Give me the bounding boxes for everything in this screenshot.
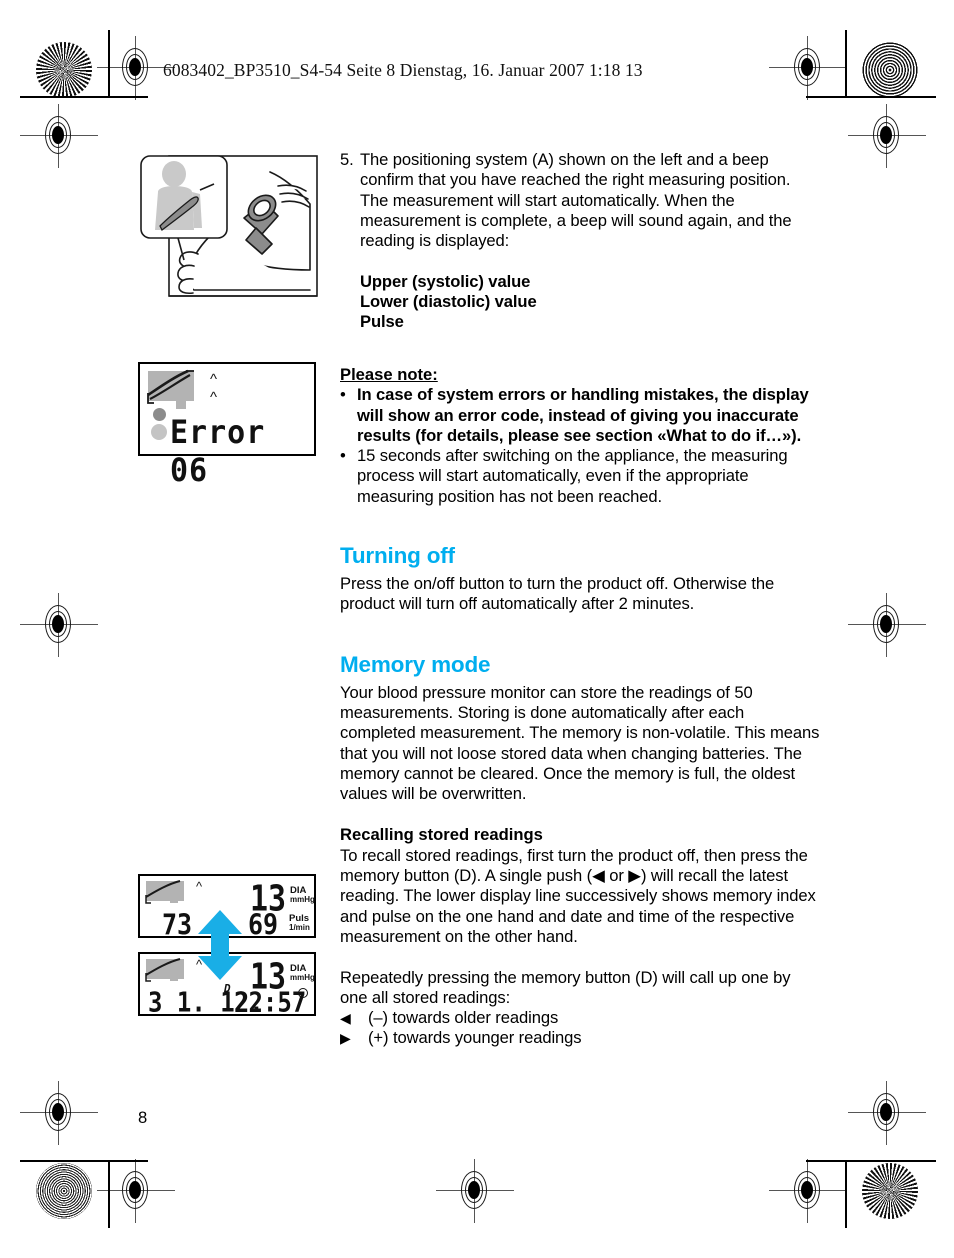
- lcd-memory-top-left-value: 73: [162, 908, 193, 942]
- registration-mark-left-middle: [20, 593, 98, 657]
- recalling-body: To recall stored readings, first turn th…: [340, 845, 816, 946]
- trim-line-top-left-horizontal: [20, 96, 148, 98]
- trim-line-left-vertical-bottom: [108, 1160, 110, 1228]
- memory-mode-body: Your blood pressure monitor can store th…: [340, 682, 820, 804]
- please-note-item-1: • In case of system errors or handling m…: [340, 385, 820, 446]
- lcd-dot-upper-icon: [153, 408, 166, 421]
- lcd-memory-bottom-clock-icon: [298, 988, 308, 998]
- lcd-memory-top-arm-icon: [144, 879, 196, 910]
- lcd-memory-bottom-unit-mmhg: mmHg: [290, 973, 315, 982]
- trim-line-right-vertical-bottom: [845, 1160, 847, 1228]
- registration-mark-top-left: [97, 36, 175, 100]
- memory-direction-younger-text: (+) towards younger readings: [368, 1028, 582, 1048]
- please-note-item-1-text: In case of system errors or handling mis…: [357, 385, 809, 445]
- print-target-moire-topright: [862, 42, 918, 98]
- memory-direction-item-younger: ▶ (+) towards younger readings: [340, 1028, 820, 1048]
- please-note-heading: Please note:: [340, 364, 438, 384]
- trim-line-bottom-left-horizontal: [20, 1160, 148, 1162]
- trim-line-right-vertical: [845, 30, 847, 98]
- registration-mark-right-lower: [848, 1081, 926, 1145]
- memory-direction-older-text: (–) towards older readings: [368, 1008, 559, 1028]
- arrow-left-icon: ◀: [340, 1010, 351, 1027]
- step-5-text: The positioning system (A) shown on the …: [360, 150, 792, 251]
- lcd-memory-top-pulse-value: 69: [248, 908, 279, 942]
- arrow-right-icon: ▶: [340, 1030, 351, 1047]
- bullet-icon: •: [340, 385, 346, 405]
- registration-mark-right-middle: [848, 593, 926, 657]
- turning-off-body: Press the on/off button to turn the prod…: [340, 574, 775, 614]
- memory-toggle-arrow-icon: [198, 910, 242, 985]
- lcd-memory-bottom-time-value: 22:57: [234, 986, 307, 1019]
- repeatedly-body: Repeatedly pressing the memory button (D…: [340, 967, 791, 1007]
- figure-memory-displays: ^ 13 DIA mmHg 73 69 Puls 1/min ^ 13 DIA …: [138, 874, 328, 1019]
- heading-turning-off: Turning off: [340, 543, 455, 569]
- print-target-star-bottomright: [862, 1163, 918, 1219]
- lcd-chevron-upper-icon: ^: [210, 371, 218, 388]
- spacer-2b: [340, 353, 820, 365]
- heading-recalling: Recalling stored readings: [340, 825, 543, 845]
- registration-mark-bottom-center: [436, 1159, 514, 1223]
- illustrations-column: ^ ^ Error 06 ^ 13 DIA mmHg 73 69 Puls 1/…: [138, 150, 328, 1019]
- reading-labels-group: Upper (systolic) value Lower (diastolic)…: [360, 272, 820, 333]
- lcd-memory-top-chevron-icon: ^: [196, 879, 203, 894]
- page-number: 8: [138, 1108, 148, 1127]
- bullet-icon: •: [340, 446, 346, 466]
- please-note-list: • In case of system errors or handling m…: [340, 385, 820, 507]
- step-5-item: 5. The positioning system (A) shown on t…: [340, 150, 820, 251]
- memory-direction-list: ◀ (–) towards older readings ▶ (+) towar…: [340, 1008, 820, 1049]
- reading-label-pulse: Pulse: [360, 312, 404, 332]
- trim-line-bottom-right-horizontal: [806, 1160, 936, 1162]
- trim-line-top-right-horizontal: [806, 96, 936, 98]
- registration-mark-bottom-right: [769, 1159, 847, 1223]
- registration-mark-left-lower: [20, 1081, 98, 1145]
- lcd-error-display: ^ ^ Error 06: [138, 362, 316, 490]
- memory-direction-item-older: ◀ (–) towards older readings: [340, 1008, 820, 1028]
- registration-mark-top-right: [769, 36, 847, 100]
- lcd-memory-bottom-arm-icon: [144, 957, 196, 988]
- main-text-column: 5. The positioning system (A) shown on t…: [340, 150, 820, 1049]
- reading-label-systolic: Upper (systolic) value: [360, 271, 531, 291]
- lcd-chevron-lower-icon: ^: [210, 389, 218, 406]
- print-target-star-topleft: [36, 42, 92, 98]
- lcd-memory-top-unit-permin: 1/min: [289, 923, 310, 932]
- registration-mark-left-upper: [20, 104, 98, 168]
- registration-mark-right-upper: [848, 104, 926, 168]
- please-note-item-2: • 15 seconds after switching on the appl…: [340, 446, 820, 507]
- heading-memory-mode: Memory mode: [340, 651, 491, 677]
- trim-line-left-vertical: [108, 30, 110, 98]
- lcd-dot-lower-icon: [151, 424, 167, 440]
- page-header-filename: 6083402_BP3510_S4-54 Seite 8 Dienstag, 1…: [163, 60, 643, 80]
- print-target-moire-bottomleft: [36, 1163, 92, 1219]
- registration-mark-bottom-left: [97, 1159, 175, 1223]
- figure-arm-positioning: [138, 150, 324, 300]
- step-5-number: 5.: [340, 150, 354, 169]
- lcd-memory-top-unit-mmhg: mmHg: [290, 895, 315, 904]
- reading-label-diastolic: Lower (diastolic) value: [360, 292, 537, 312]
- please-note-item-2-text: 15 seconds after switching on the applia…: [357, 446, 788, 506]
- lcd-error-text: Error 06: [170, 414, 266, 490]
